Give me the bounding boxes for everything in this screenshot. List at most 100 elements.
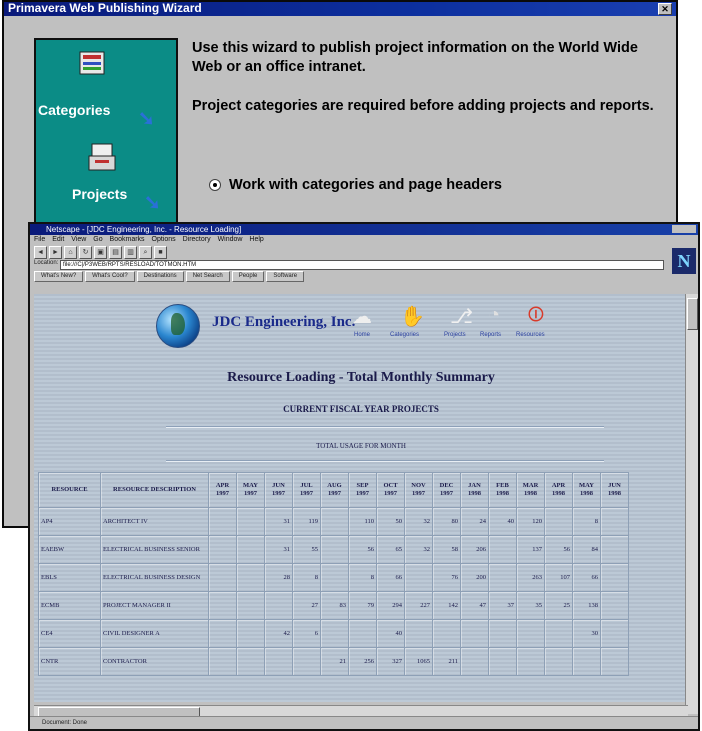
usage-value-cell: [236, 563, 265, 592]
usage-value-cell: [320, 535, 349, 564]
usage-value-cell: 110: [348, 507, 377, 536]
menu-edit[interactable]: Edit: [52, 236, 64, 243]
table-row: EBLS ELECTRICAL BUSINESS DESIGN 28 8 8 66 76 20…: [38, 563, 629, 592]
usage-value-cell: [572, 647, 601, 676]
menu-go[interactable]: Go: [93, 236, 102, 243]
menu-window[interactable]: Window: [218, 236, 243, 243]
usage-value-cell: 40: [488, 507, 517, 536]
usage-value-cell: [236, 619, 265, 648]
table-row: CNTR CONTRACTOR 21 256 327 1065 211: [38, 647, 629, 676]
usage-value-cell: [208, 591, 237, 620]
find-button[interactable]: ⌕: [139, 245, 152, 259]
categories-label: Categories: [38, 102, 111, 118]
usage-value-cell: [432, 619, 461, 648]
net-search-button[interactable]: Net Search: [185, 271, 230, 282]
menu-options[interactable]: Options: [152, 236, 176, 243]
menu-file[interactable]: File: [34, 236, 45, 243]
column-header-month: MAY 1998: [572, 472, 601, 508]
usage-value-cell: 107: [544, 563, 573, 592]
usage-value-cell: 256: [348, 647, 377, 676]
resource-code-cell: AP4: [38, 507, 101, 536]
radio-button[interactable]: [209, 179, 221, 192]
whats-cool-button[interactable]: What's Cool?: [85, 271, 135, 282]
usage-value-cell: [348, 619, 377, 648]
usage-value-cell: [600, 563, 629, 592]
nav-projects-link[interactable]: Projects: [444, 332, 466, 338]
usage-value-cell: [488, 647, 517, 676]
usage-value-cell: [208, 647, 237, 676]
vertical-scrollbar[interactable]: [685, 294, 698, 714]
table-row: EAEBW ELECTRICAL BUSINESS SENIOR 31 55 56 65 3…: [38, 535, 629, 564]
menu-bookmarks[interactable]: Bookmarks: [110, 236, 145, 243]
column-header-month: DEC 1997: [432, 472, 461, 508]
divider: [166, 460, 604, 462]
usage-value-cell: [600, 535, 629, 564]
usage-value-cell: 8: [348, 563, 377, 592]
resource-code-cell: EBLS: [38, 563, 101, 592]
projects-icon: [88, 143, 116, 171]
usage-value-cell: 142: [432, 591, 461, 620]
nav-home-link[interactable]: Home: [354, 332, 370, 338]
menu-directory[interactable]: Directory: [183, 236, 211, 243]
usage-value-cell: 21: [320, 647, 349, 676]
usage-value-cell: 31: [264, 507, 293, 536]
column-header-month: FEB 1998: [488, 472, 517, 508]
usage-value-cell: [460, 647, 489, 676]
usage-value-cell: 8: [572, 507, 601, 536]
home-button[interactable]: ⌂: [64, 245, 77, 259]
menu-view[interactable]: View: [71, 236, 86, 243]
usage-value-cell: 80: [432, 507, 461, 536]
usage-value-cell: [488, 619, 517, 648]
usage-value-cell: [320, 563, 349, 592]
categories-option[interactable]: Work with categories and page headers: [209, 177, 502, 193]
usage-value-cell: 32: [404, 535, 433, 564]
location-bar: Location: file:///C|/P3WEB/RPTS/RESLOAD/…: [30, 259, 698, 271]
software-button[interactable]: Software: [266, 271, 305, 282]
nav-categories-link[interactable]: Categories: [390, 332, 419, 338]
usage-value-cell: [320, 619, 349, 648]
print-button[interactable]: ▥: [124, 245, 137, 259]
reload-button[interactable]: ↻: [79, 245, 92, 259]
resource-description-cell: CONTRACTOR: [100, 647, 209, 676]
whats-new-button[interactable]: What's New?: [34, 271, 84, 282]
window-controls[interactable]: [672, 225, 696, 233]
destinations-button[interactable]: Destinations: [136, 271, 184, 282]
usage-value-cell: [208, 535, 237, 564]
usage-value-cell: 28: [264, 563, 293, 592]
forward-button[interactable]: ►: [49, 245, 62, 259]
scroll-thumb[interactable]: [687, 298, 698, 330]
usage-value-cell: [488, 535, 517, 564]
close-icon[interactable]: ✕: [658, 3, 672, 15]
open-button[interactable]: ▤: [109, 245, 122, 259]
usage-value-cell: 30: [572, 619, 601, 648]
nav-reports-link[interactable]: Reports: [480, 332, 501, 338]
usage-value-cell: 32: [404, 507, 433, 536]
reports-icon[interactable]: ◔: [488, 304, 500, 327]
usage-value-cell: 66: [572, 563, 601, 592]
nav-resources-link[interactable]: Resources: [516, 332, 545, 338]
usage-value-cell: 206: [460, 535, 489, 564]
location-input[interactable]: file:///C|/P3WEB/RPTS/RESLOAD/TOTMON.HTM: [60, 260, 664, 270]
images-button[interactable]: ▣: [94, 245, 107, 259]
menu-help[interactable]: Help: [249, 236, 263, 243]
resource-description-cell: ELECTRICAL BUSINESS DESIGN: [100, 563, 209, 592]
usage-value-cell: [600, 647, 629, 676]
people-button[interactable]: People: [231, 271, 265, 282]
resources-icon[interactable]: ⏼: [528, 304, 544, 327]
usage-value-cell: 138: [572, 591, 601, 620]
stop-button[interactable]: ■: [154, 245, 167, 259]
column-header-month: AUG 1997: [320, 472, 349, 508]
back-button[interactable]: ◄: [34, 245, 47, 259]
usage-value-cell: 65: [376, 535, 405, 564]
home-icon[interactable]: ☁: [352, 304, 372, 329]
report-title: Resource Loading - Total Monthly Summary: [227, 370, 495, 385]
categories-option-label: Work with categories and page headers: [229, 177, 502, 193]
netscape-logo[interactable]: N: [672, 248, 696, 274]
column-header-month: NOV 1997: [404, 472, 433, 508]
usage-value-cell: [404, 563, 433, 592]
categories-icon[interactable]: ✋: [400, 304, 425, 329]
resource-description-cell: ELECTRICAL BUSINESS SENIOR: [100, 535, 209, 564]
projects-icon[interactable]: ⎇: [450, 304, 473, 329]
resource-description-cell: PROJECT MANAGER II: [100, 591, 209, 620]
resource-code-cell: CE4: [38, 619, 101, 648]
